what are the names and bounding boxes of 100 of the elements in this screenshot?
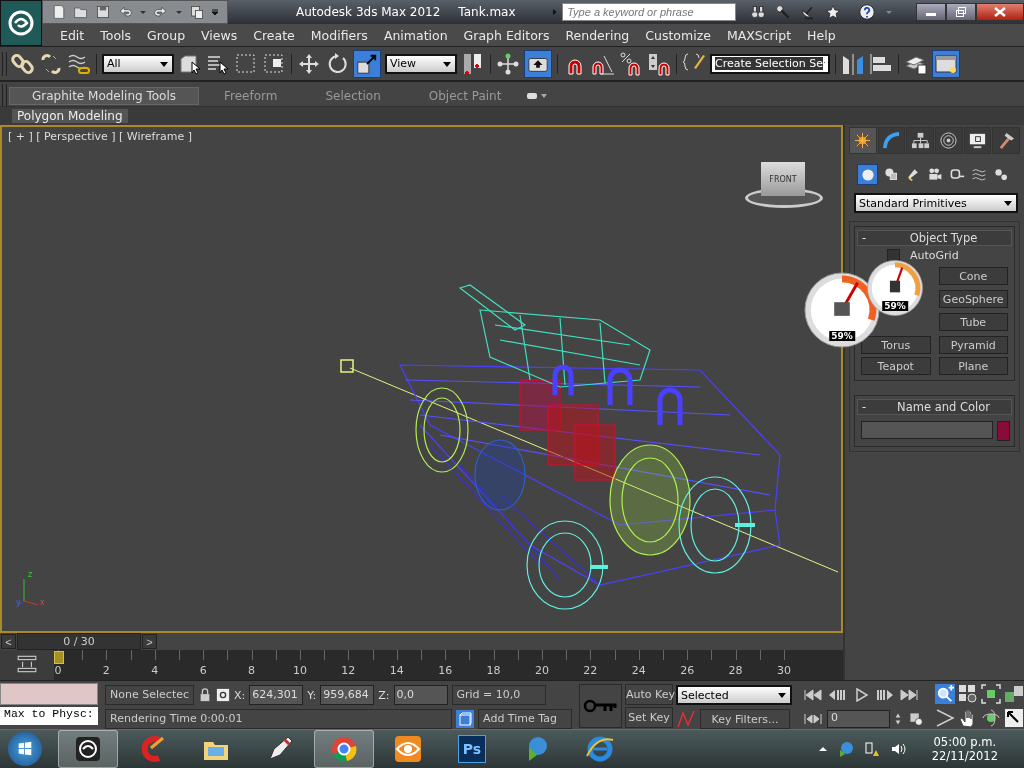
time-tag-button[interactable]: [456, 710, 475, 728]
primitive-button[interactable]: Torus: [861, 336, 931, 354]
show-hidden-icons-arrow-icon[interactable]: [817, 744, 828, 754]
clock[interactable]: 05:00 p.m. 22/11/2012: [931, 735, 998, 763]
redo-icon[interactable]: [153, 4, 169, 20]
previous-frame-icon[interactable]: [827, 688, 847, 702]
new-file-icon[interactable]: [51, 4, 67, 20]
menu-item[interactable]: Tools: [92, 27, 139, 43]
spinner-snap-icon[interactable]: [647, 51, 671, 76]
percent-snap-icon[interactable]: [619, 51, 643, 76]
ribbon-tab[interactable]: Graphite Modeling Tools: [9, 87, 199, 106]
primitive-button[interactable]: Pyramid: [938, 336, 1008, 354]
menu-item[interactable]: Animation: [375, 27, 456, 43]
primitive-button[interactable]: GeoSphere: [938, 290, 1008, 308]
viewport-label[interactable]: [ + ] [ Perspective ] [ Wireframe ]: [8, 130, 192, 143]
command-panel-tab[interactable]: [877, 127, 906, 154]
current-frame-field[interactable]: 0: [827, 710, 890, 728]
category-button[interactable]: [857, 164, 878, 185]
zoom-extents-all-icon[interactable]: [1004, 684, 1024, 704]
window-crossing-icon[interactable]: [262, 51, 286, 76]
dropdown-arrow-icon[interactable]: [885, 8, 893, 16]
auto-key-button[interactable]: Auto Key: [625, 684, 673, 705]
zoom-button[interactable]: [935, 684, 955, 704]
help-icon[interactable]: [858, 3, 876, 21]
go-to-start-icon[interactable]: [803, 688, 823, 702]
photoshop-button[interactable]: Ps: [442, 730, 502, 768]
customize-arrow-icon[interactable]: [211, 8, 219, 16]
command-panel-tab[interactable]: [963, 127, 992, 154]
primitive-button[interactable]: Tube: [938, 313, 1008, 331]
menu-item[interactable]: Help: [799, 27, 844, 43]
ribbon-panel-label[interactable]: Polygon Modeling: [12, 109, 128, 124]
volume-icon[interactable]: [889, 741, 906, 757]
save-icon[interactable]: [95, 4, 111, 20]
field-of-view-icon[interactable]: [935, 708, 955, 728]
object-type-rollout-header[interactable]: - Object Type: [857, 230, 1012, 246]
binoculars-icon[interactable]: [750, 4, 766, 20]
close-button[interactable]: [976, 3, 1024, 21]
dropdown-arrow-icon[interactable]: [175, 8, 183, 16]
cpu-gauge-widget[interactable]: 59%: [803, 271, 881, 349]
menu-item[interactable]: Views: [193, 27, 246, 43]
key-icon[interactable]: [775, 4, 791, 20]
orbit-icon[interactable]: [981, 708, 1001, 728]
align-icon[interactable]: [869, 51, 893, 76]
project-folder-icon[interactable]: [189, 4, 205, 20]
set-key-button[interactable]: Set Key: [625, 707, 673, 728]
keyboard-shortcut-toggle[interactable]: [524, 49, 552, 78]
command-panel-tab[interactable]: [849, 127, 877, 154]
spinner-icon[interactable]: [894, 711, 902, 727]
add-time-tag-button[interactable]: Add Time Tag: [478, 709, 573, 729]
primitive-button[interactable]: Cone: [938, 267, 1008, 285]
menu-item[interactable]: Edit: [52, 27, 93, 43]
primitive-button[interactable]: Plane: [938, 357, 1008, 375]
start-button[interactable]: [8, 732, 42, 766]
dropdown-arrow-icon[interactable]: [139, 8, 147, 16]
track-bar[interactable]: 0 2 4 6 8 10 12 14 16 18 20 22 24 26 28 30: [53, 650, 843, 680]
next-frame-button[interactable]: >: [142, 634, 157, 649]
tank-wireframe-drawing[interactable]: [399, 284, 781, 610]
viewcube[interactable]: FRONT: [745, 162, 825, 214]
command-panel-tab[interactable]: [992, 127, 1021, 154]
undo-icon[interactable]: [117, 4, 133, 20]
zoom-all-icon[interactable]: [958, 684, 978, 704]
menu-item[interactable]: Group: [139, 27, 194, 43]
manipulate-icon[interactable]: [496, 51, 520, 76]
satellite-dish-icon[interactable]: [800, 4, 816, 20]
mirror-icon[interactable]: [841, 51, 865, 76]
selection-filter-dropdown[interactable]: All: [102, 53, 174, 74]
restore-button[interactable]: [946, 3, 976, 21]
menu-item[interactable]: Modifiers: [302, 27, 376, 43]
application-button[interactable]: [0, 0, 42, 46]
time-slider-thumb[interactable]: 0 / 30: [17, 633, 141, 650]
search-field[interactable]: Type a keyword or phrase: [562, 3, 736, 21]
open-folder-icon[interactable]: [73, 4, 89, 20]
ribbon-toggle-button[interactable]: [932, 49, 960, 78]
menu-item[interactable]: Customize: [637, 27, 719, 43]
memory-gauge-widget[interactable]: 59%: [866, 259, 924, 317]
named-selection-dropdown[interactable]: Create Selection Se: [710, 53, 830, 74]
minimize-button[interactable]: [916, 3, 946, 21]
z-coordinate-field[interactable]: 0,0: [393, 685, 448, 705]
key-filters-button[interactable]: Key Filters...: [700, 709, 790, 729]
x-coordinate-field[interactable]: 624,301: [249, 685, 304, 705]
menu-item[interactable]: MAXScript: [718, 27, 800, 43]
maximize-viewport-icon[interactable]: [1004, 708, 1024, 728]
primitive-button[interactable]: Teapot: [861, 357, 931, 375]
link-icon[interactable]: [11, 51, 35, 76]
macro-recorder-field[interactable]: [0, 683, 99, 705]
key-mode-dropdown[interactable]: Selected: [676, 685, 792, 705]
command-panel-tab[interactable]: [935, 127, 963, 154]
previous-frame-button[interactable]: <: [1, 634, 16, 649]
unlink-icon[interactable]: [39, 51, 63, 76]
menu-item[interactable]: Create: [245, 27, 303, 43]
command-panel-tab[interactable]: [906, 127, 934, 154]
key-mode-toggle-icon[interactable]: [803, 712, 823, 726]
object-name-field[interactable]: [861, 421, 993, 439]
network-warning-icon[interactable]: [863, 741, 880, 757]
object-color-swatch[interactable]: [997, 421, 1010, 441]
globe-tray-icon[interactable]: [837, 741, 854, 757]
scale-tool-button[interactable]: [353, 49, 381, 78]
next-frame-icon[interactable]: [875, 688, 895, 702]
listener-field[interactable]: Max to Physc:: [0, 707, 99, 725]
zoom-extents-icon[interactable]: [981, 684, 1001, 704]
